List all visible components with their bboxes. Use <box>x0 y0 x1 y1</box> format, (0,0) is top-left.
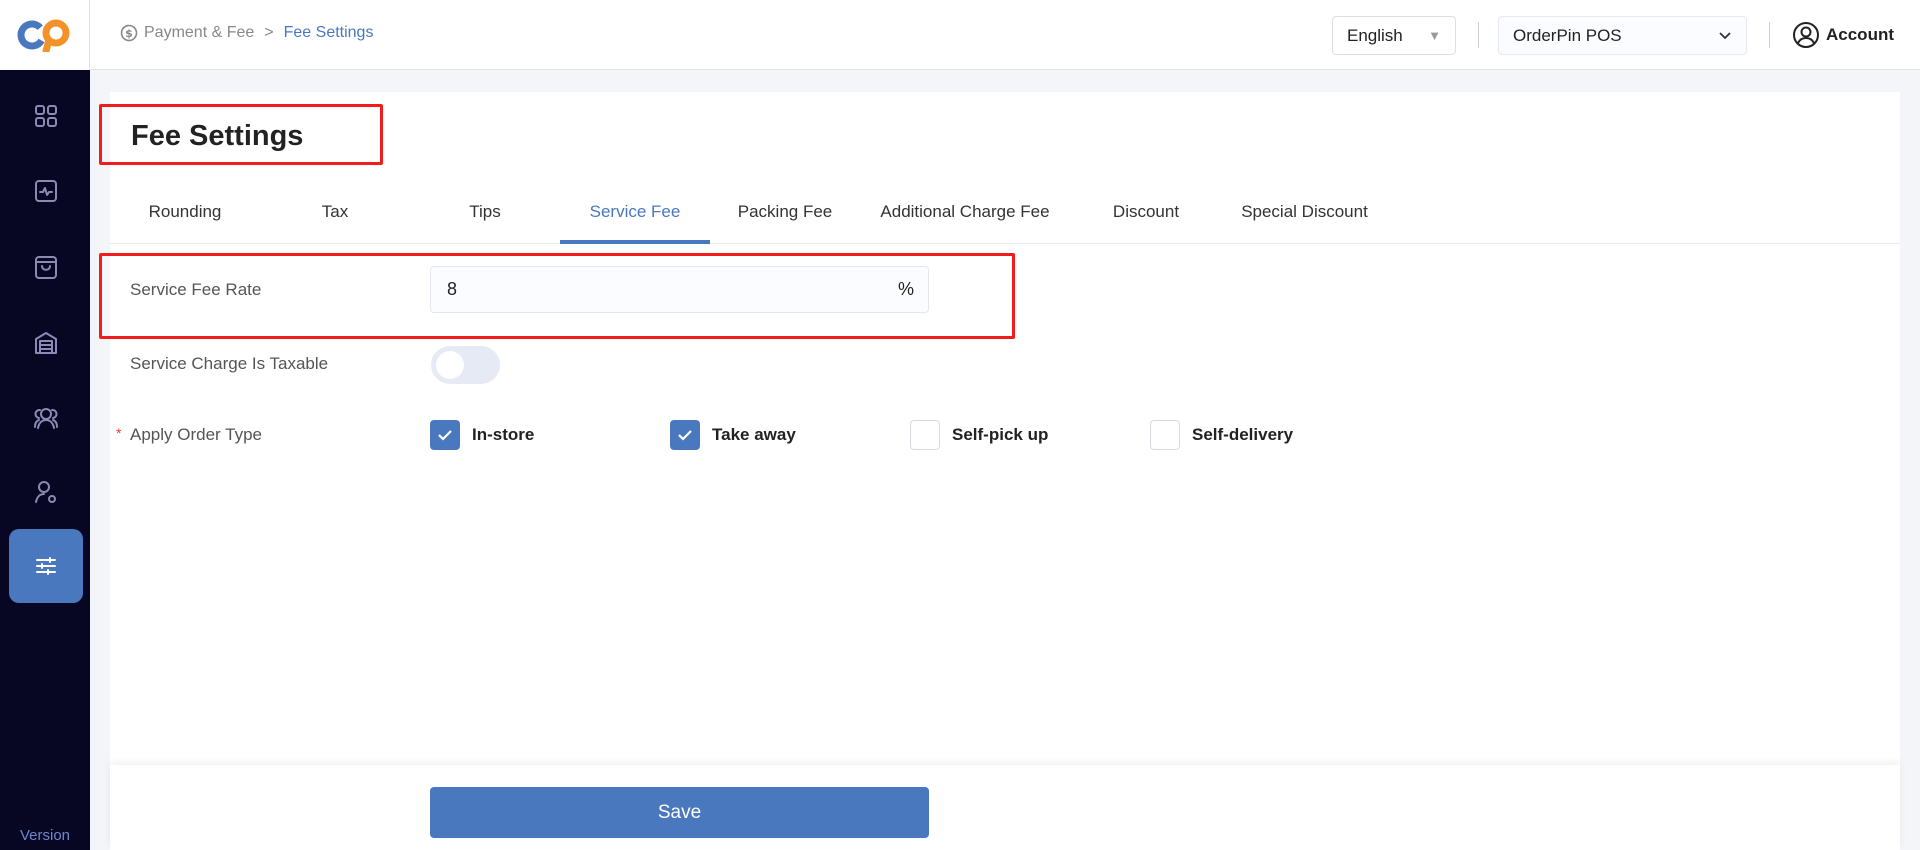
taxable-toggle[interactable] <box>431 346 500 384</box>
required-asterisk: * <box>116 425 122 441</box>
checkbox-in-store[interactable]: In-store <box>430 420 534 450</box>
sliders-icon <box>36 557 56 575</box>
percent-suffix: % <box>897 279 914 299</box>
warehouse-icon <box>35 332 57 354</box>
taxable-label: Service Charge Is Taxable <box>130 354 329 373</box>
dollar-circle-icon: $ <box>120 24 138 42</box>
sidebar-item-reports[interactable] <box>9 154 83 228</box>
tab-tax[interactable]: Tax <box>260 192 410 244</box>
tab-special-discount[interactable]: Special Discount <box>1222 192 1387 244</box>
save-button[interactable]: Save <box>430 787 929 838</box>
tab-rounding[interactable]: Rounding <box>110 192 260 244</box>
store-select[interactable]: OrderPin POS <box>1498 16 1747 55</box>
users-icon <box>34 408 58 429</box>
page-title: Fee Settings <box>131 120 304 152</box>
breadcrumb-fee-settings: Fee Settings <box>283 24 374 41</box>
tab-discount[interactable]: Discount <box>1070 192 1222 244</box>
divider <box>1769 22 1770 48</box>
logo[interactable] <box>0 0 90 70</box>
service-fee-rate-value: 8 <box>447 279 458 299</box>
checkbox-label: Take away <box>712 425 796 444</box>
language-select[interactable]: English ▼ <box>1332 16 1456 55</box>
top-header: $ Payment & Fee > Fee Settings English ▼… <box>90 0 1920 70</box>
tab-packing-fee[interactable]: Packing Fee <box>710 192 860 244</box>
check-icon <box>430 420 460 450</box>
footer-bar: Save <box>110 765 1900 850</box>
sidebar-item-staff[interactable] <box>9 455 83 529</box>
tab-additional-charge-fee[interactable]: Additional Charge Fee <box>860 192 1070 244</box>
sidebar-item-customers[interactable] <box>9 381 83 455</box>
service-fee-rate-label: Service Fee Rate <box>130 280 262 299</box>
svg-text:$: $ <box>125 27 133 40</box>
checkbox-box <box>1150 420 1180 450</box>
breadcrumb-payment-fee[interactable]: Payment & Fee <box>144 24 254 42</box>
apply-order-type-text: Apply Order Type <box>130 425 262 444</box>
checkbox-take-away[interactable]: Take away <box>670 420 796 450</box>
sidebar: Version <box>0 70 90 850</box>
shopping-bag-icon <box>35 256 57 279</box>
checkbox-self-delivery[interactable]: Self-delivery <box>1150 420 1293 450</box>
user-circle-icon <box>1793 22 1819 48</box>
apply-order-type-label: * Apply Order Type <box>116 425 262 445</box>
checkbox-label: Self-pick up <box>952 425 1049 444</box>
tab-service-fee[interactable]: Service Fee <box>560 192 710 244</box>
activity-icon <box>35 180 57 202</box>
checkbox-self-pick-up[interactable]: Self-pick up <box>910 420 1048 450</box>
tab-tips[interactable]: Tips <box>410 192 560 244</box>
divider <box>1478 22 1479 48</box>
toggle-knob <box>436 351 464 379</box>
checkbox-box <box>910 420 940 450</box>
service-fee-rate-input[interactable]: 8 % <box>430 266 929 313</box>
checkbox-label: In-store <box>472 425 535 444</box>
account-label: Account <box>1826 25 1894 44</box>
user-settings-icon <box>35 481 56 503</box>
account-menu[interactable]: Account <box>1792 21 1894 49</box>
caret-down-icon: ▼ <box>1428 28 1441 43</box>
checkbox-label: Self-delivery <box>1192 425 1294 444</box>
sidebar-item-inventory[interactable] <box>9 306 83 380</box>
sidebar-item-orders[interactable] <box>9 230 83 304</box>
chevron-right-icon: > <box>264 24 274 41</box>
sidebar-item-settings[interactable] <box>9 529 83 603</box>
fee-tabs: Rounding Tax Tips Service Fee Packing Fe… <box>110 192 1900 244</box>
sidebar-item-dashboard[interactable] <box>9 79 83 153</box>
check-icon <box>670 420 700 450</box>
chevron-down-icon <box>1719 31 1731 39</box>
version-label: Version <box>19 827 71 844</box>
breadcrumb: $ Payment & Fee > Fee Settings <box>120 24 373 42</box>
fee-settings-card: Fee Settings Rounding Tax Tips Service F… <box>99 92 1900 765</box>
dashboard-icon <box>35 105 57 127</box>
store-value: OrderPin POS <box>1513 25 1622 45</box>
language-value: English <box>1347 25 1403 45</box>
